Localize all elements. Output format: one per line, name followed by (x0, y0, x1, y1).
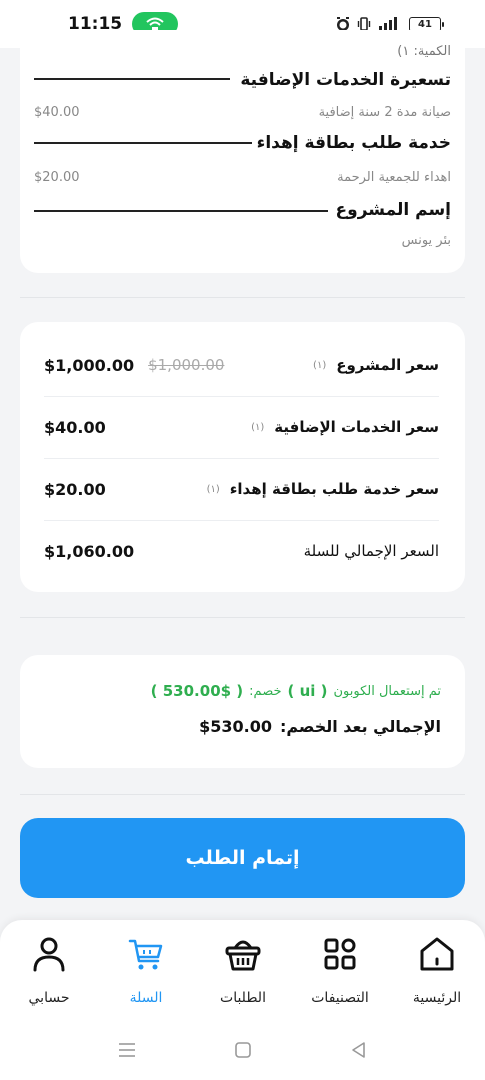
price-row-value: $1,000.00 (44, 355, 135, 375)
title-divider (34, 78, 230, 80)
price-row-qty: (١) (206, 483, 220, 495)
nav-item-categories[interactable]: التصنيفات (295, 934, 385, 1014)
nav-item-home[interactable]: الرئيسية (392, 934, 482, 1014)
home-icon (417, 934, 457, 974)
categories-icon (320, 934, 360, 974)
back-icon[interactable] (349, 1040, 369, 1060)
maintenance-description: صيانة مدة 2 سنة إضافية (318, 105, 451, 120)
coupon-applied-line: تم إستعمال الكوبون ( ui ) خصم: ( 530.00$… (151, 682, 441, 700)
item-quantity: الكمية: ١) (397, 44, 451, 59)
additional-services-price-row: سعر الخدمات الإضافية (١) $40.00 (44, 396, 439, 458)
total-after-label: الإجمالي بعد الخصم: (279, 717, 441, 736)
gift-price: $20.00 (34, 170, 80, 185)
total-after-discount: الإجمالي بعد الخصم: $530.00 (199, 717, 441, 736)
title-divider (34, 142, 252, 144)
project-name-title: إسم المشروع (335, 200, 451, 220)
nav-label: الرئيسية (412, 990, 462, 1006)
maintenance-price: $40.00 (34, 105, 80, 120)
complete-order-button[interactable]: إتمام الطلب (20, 818, 465, 898)
project-price-row: سعر المشروع (١) $1,000.00 $1,000.00 (44, 334, 439, 396)
coupon-summary-card: تم إستعمال الكوبون ( ui ) خصم: ( 530.00$… (20, 655, 465, 768)
price-row-label: سعر خدمة طلب بطاقة إهداء (229, 480, 439, 498)
nav-label: السلة (129, 990, 163, 1006)
nav-label: الطلبات (220, 990, 266, 1006)
section-divider (20, 617, 465, 618)
cart-total-row: السعر الإجمالي للسلة $1,060.00 (44, 520, 439, 582)
nav-label: التصنيفات (311, 990, 369, 1006)
section-divider (20, 297, 465, 298)
user-icon (29, 934, 69, 974)
discount-value: ( 530.00$ ) (150, 682, 244, 700)
nav-item-cart[interactable]: السلة (101, 934, 191, 1014)
gift-card-price-row: سعر خدمة طلب بطاقة إهداء (١) $20.00 (44, 458, 439, 520)
cart-item-details-card: الكمية: ١) تسعيرة الخدمات الإضافية صيانة… (20, 30, 465, 273)
cart-icon (126, 934, 166, 974)
gift-description: اهداء للجمعية الرحمة (337, 170, 451, 185)
cart-total-value: $1,060.00 (44, 541, 135, 561)
coupon-applied-label: تم إستعمال الكوبون (333, 683, 441, 699)
price-row-old-value: $1,000.00 (148, 356, 225, 374)
home-button-icon[interactable] (233, 1040, 253, 1060)
nav-item-account[interactable]: حسابي (4, 934, 94, 1014)
total-after-value: $530.00 (199, 717, 272, 736)
nav-item-orders[interactable]: الطلبات (198, 934, 288, 1014)
price-row-label: سعر المشروع (336, 356, 439, 374)
gift-card-service-title: خدمة طلب بطاقة إهداء (256, 133, 451, 153)
price-row-label: سعر الخدمات الإضافية (274, 418, 439, 436)
price-row-label: السعر الإجمالي للسلة (303, 542, 439, 560)
section-divider (20, 794, 465, 795)
title-divider (34, 210, 328, 212)
system-navigation-bar (0, 1030, 485, 1070)
additional-services-title: تسعيرة الخدمات الإضافية (240, 70, 451, 90)
project-name-value: بئر يونس (401, 233, 451, 248)
orders-basket-icon (223, 934, 263, 974)
discount-label: خصم: (249, 683, 282, 699)
price-summary-card: سعر المشروع (١) $1,000.00 $1,000.00 سعر … (20, 322, 465, 592)
wifi-hotspot-icon (146, 17, 164, 30)
price-row-qty: (١) (313, 359, 327, 371)
price-row-qty: (١) (251, 421, 265, 433)
coupon-code: ( ui ) (287, 682, 328, 700)
recent-apps-icon[interactable] (117, 1041, 137, 1059)
price-row-value: $20.00 (44, 479, 106, 499)
price-row-value: $40.00 (44, 417, 106, 437)
nav-label: حسابي (28, 990, 70, 1006)
